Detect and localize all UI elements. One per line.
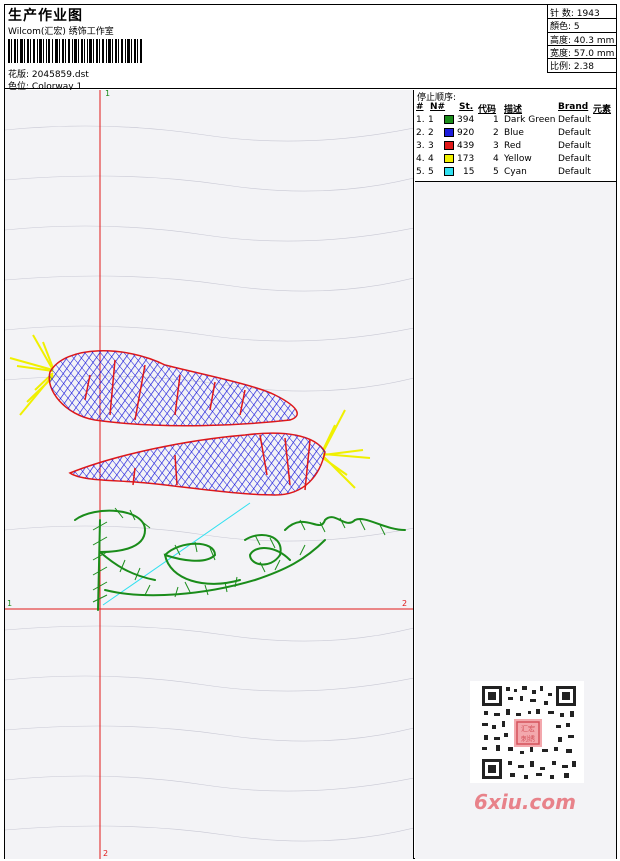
- axis-label-right: 2: [402, 599, 407, 608]
- col-num: #: [416, 102, 424, 112]
- col-stitches: St.: [459, 102, 474, 112]
- axis-label-left: 1: [7, 599, 12, 608]
- embroidery-preview: 1 1 2 2: [5, 90, 413, 859]
- bottom-carrot-crosshatch: [70, 433, 325, 495]
- design-canvas: 1 1 2 2: [5, 90, 414, 859]
- watermark-logo: 6xiu.com: [474, 790, 576, 814]
- col-n: N#: [430, 102, 446, 112]
- col-desc: 描述: [504, 105, 523, 115]
- axis-label-top: 1: [105, 90, 110, 98]
- svg-text:汇宏: 汇宏: [521, 724, 535, 733]
- green-lettering-fuzz: [92, 507, 386, 603]
- color-swatch: [444, 141, 454, 150]
- table-row: 1. 1 394 1 Dark Green Default: [416, 115, 591, 125]
- cyan-stitch-line: [102, 502, 251, 606]
- company-name: Wilcom(汇宏) 绣饰工作室: [8, 27, 114, 37]
- page-title: 生产作业图: [8, 8, 83, 24]
- qr-code: 汇宏 刺绣: [470, 681, 584, 783]
- top-carrot-leaves: [9, 334, 54, 416]
- barcode: [8, 39, 142, 63]
- col-element: 元素: [593, 105, 612, 115]
- stop-sequence-table: 停止顺序: # N# St. 代码 描述 Brand 元素 1. 1 394 1…: [415, 90, 616, 182]
- table-row: 3. 3 439 3 Red Default: [416, 141, 591, 151]
- table-row: 4. 4 173 4 Yellow Default: [416, 154, 591, 164]
- color-swatch: [444, 115, 454, 124]
- color-swatch: [444, 167, 454, 176]
- stat-scale: 比例: 2.38: [550, 62, 594, 72]
- color-swatch: [444, 128, 454, 137]
- col-code: 代码: [478, 105, 497, 115]
- col-brand: Brand: [558, 102, 589, 112]
- svg-text:刺绣: 刺绣: [521, 734, 535, 743]
- header: 生产作业图 Wilcom(汇宏) 绣饰工作室 花版: 2045859.dst 色…: [5, 5, 616, 92]
- color-swatch: [444, 154, 454, 163]
- bottom-carrot-leaves: [322, 409, 371, 489]
- stat-colors: 顏色: 5: [550, 22, 580, 32]
- table-row: 2. 2 920 2 Blue Default: [416, 128, 591, 138]
- table-row: 5. 5 15 5 Cyan Default: [416, 167, 591, 177]
- stats-box: 针 数: 1943 顏色: 5 高度: 40.3 mm 宽度: 57.0 mm …: [547, 5, 616, 73]
- top-carrot-crosshatch: [49, 350, 298, 426]
- axis-label-bottom: 2: [103, 849, 108, 858]
